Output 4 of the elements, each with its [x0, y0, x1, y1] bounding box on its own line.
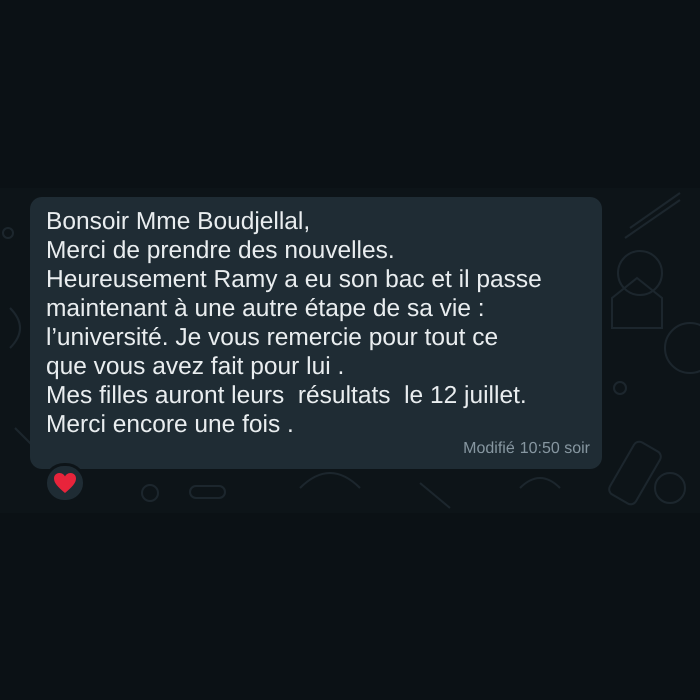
edited-label: Modifié	[463, 440, 515, 458]
message-time: 10:50 soir	[520, 440, 590, 458]
heart-icon	[53, 472, 77, 494]
message-text: Bonsoir Mme Boudjellal, Merci de prendre des nouvelles. Heureusement Ramy a eu son bac et il passe maintenant à une autre étape de sa vie : l’université. Je vous remercie pour tout ce que vous avez fait pour lui . Mes filles auront leurs résultats le 12 juillet. Merci encore une fois .	[46, 207, 542, 439]
